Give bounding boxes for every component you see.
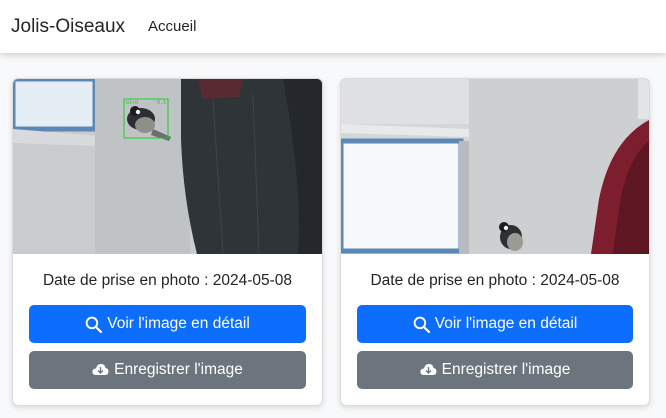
bird-photo bbox=[341, 79, 649, 254]
photo-card: bird 0.5 Date de prise en photo : 2024-0… bbox=[12, 78, 323, 406]
cloud-download-icon bbox=[92, 363, 109, 377]
brand-link[interactable]: Jolis-Oiseaux bbox=[11, 16, 125, 38]
view-detail-label: Voir l'image en détail bbox=[107, 315, 250, 332]
nav-link-home[interactable]: Accueil bbox=[148, 18, 196, 35]
save-image-button[interactable]: Enregistrer l'image bbox=[357, 351, 633, 389]
detection-label: bird bbox=[126, 100, 138, 106]
photo-date: Date de prise en photo : 2024-05-08 bbox=[370, 272, 620, 289]
view-detail-label: Voir l'image en détail bbox=[434, 315, 578, 332]
save-image-button[interactable]: Enregistrer l'image bbox=[29, 351, 306, 389]
search-icon bbox=[85, 316, 103, 333]
photo-card: Date de prise en photo : 2024-05-08 Voir… bbox=[340, 78, 650, 406]
photo-date: Date de prise en photo : 2024-05-08 bbox=[42, 272, 293, 289]
cloud-download-icon bbox=[420, 363, 437, 377]
save-image-label: Enregistrer l'image bbox=[114, 361, 243, 378]
navbar: Jolis-Oiseaux Accueil bbox=[0, 0, 666, 53]
save-image-label: Enregistrer l'image bbox=[441, 361, 571, 378]
bird-photo: bird 0.5 bbox=[13, 79, 322, 254]
search-icon bbox=[413, 316, 430, 333]
view-detail-button[interactable]: Voir l'image en détail bbox=[29, 305, 306, 343]
view-detail-button[interactable]: Voir l'image en détail bbox=[357, 305, 633, 343]
detection-label: 0.5 bbox=[157, 100, 166, 106]
